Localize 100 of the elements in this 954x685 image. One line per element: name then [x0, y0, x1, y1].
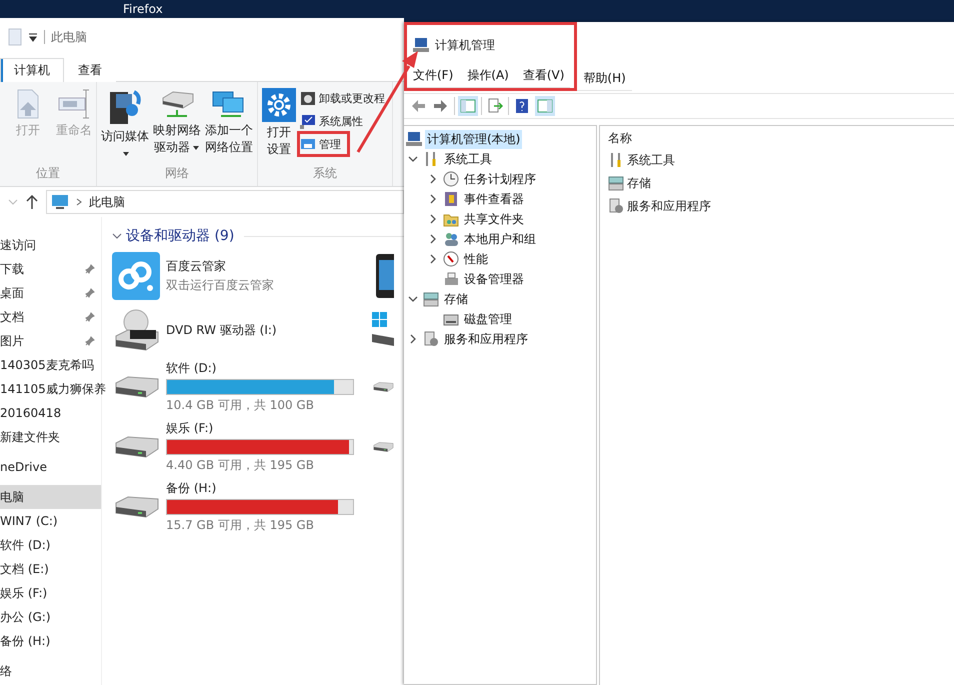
help-icon: [514, 98, 530, 114]
monitor-check-icon: [300, 113, 316, 129]
window-title: 计算机管理: [435, 36, 495, 54]
computer-management-icon: [413, 37, 429, 53]
nav-item[interactable]: 办公 (G:): [0, 608, 51, 626]
storage-icon: [423, 291, 439, 307]
window-title: 此电脑: [51, 28, 87, 46]
disc-box-icon: [300, 90, 316, 106]
services-icon: [608, 198, 624, 214]
chevron-right-icon[interactable]: [428, 214, 438, 224]
list-item[interactable]: 服务和应用程序: [627, 198, 711, 214]
nav-item[interactable]: neDrive: [0, 460, 47, 474]
rename-icon: [57, 88, 91, 120]
cloud-app-icon: [112, 252, 160, 300]
nav-item[interactable]: 娱乐 (F:): [0, 584, 48, 602]
event-log-icon: [443, 191, 459, 207]
up-arrow-icon: [26, 195, 38, 209]
menu-item[interactable]: 查看(V): [516, 66, 570, 84]
section-header: 设备和驱动器 (9): [126, 227, 234, 245]
action-pane-icon: [537, 98, 553, 114]
chevron-right-icon[interactable]: [428, 254, 438, 264]
chevron-right-icon[interactable]: [428, 174, 438, 184]
tree-item[interactable]: 设备管理器: [462, 270, 526, 288]
storage-icon: [608, 175, 624, 191]
menu-item[interactable]: 文件(F): [407, 66, 460, 84]
nav-item[interactable]: 140305麦克希吗: [0, 356, 94, 374]
chevron-down-icon[interactable]: [408, 294, 418, 304]
device-name: 百度云管家: [166, 258, 227, 275]
ribbon-link[interactable]: 管理: [300, 134, 341, 154]
tree-item[interactable]: 事件查看器: [462, 190, 526, 208]
chevron-down-icon: [8, 197, 18, 207]
nav-item[interactable]: 20160418: [0, 406, 62, 420]
users-icon: [443, 231, 459, 247]
drive-space: 4.40 GB 可用，共 195 GB: [166, 457, 315, 474]
chevron-down-icon[interactable]: [408, 154, 418, 164]
tree-item[interactable]: 计算机管理(本地): [425, 130, 522, 148]
page-icon: [8, 28, 22, 46]
nav-item[interactable]: 新建文件夹: [0, 428, 60, 446]
nav-item[interactable]: 图片: [0, 332, 24, 350]
ribbon-button[interactable]: 访问媒体: [101, 128, 149, 162]
export-icon: [487, 98, 503, 114]
device-name: DVD RW 驱动器 (I:): [166, 322, 277, 338]
tree-item[interactable]: 共享文件夹: [462, 210, 526, 228]
printer-icon: [443, 271, 459, 287]
ribbon-link[interactable]: 系统属性: [300, 111, 363, 131]
tree-item[interactable]: 任务计划程序: [462, 170, 538, 188]
nav-item[interactable]: 络: [0, 662, 12, 680]
tree-item[interactable]: 性能: [462, 250, 490, 268]
media-icon: [108, 88, 142, 126]
nav-item[interactable]: 文档: [0, 308, 24, 326]
column-header[interactable]: 名称: [608, 130, 946, 147]
tree-item[interactable]: 存储: [442, 290, 470, 308]
nav-item[interactable]: 141105威力狮保养: [0, 380, 106, 398]
address-bar[interactable]: 此电脑: [46, 190, 404, 214]
menu-item[interactable]: 操作(A): [461, 66, 515, 84]
chevron-right-icon[interactable]: [428, 234, 438, 244]
tree-item[interactable]: 本地用户和组: [462, 230, 538, 248]
group-label: 系统: [312, 165, 338, 182]
settings-icon: [262, 88, 296, 122]
device-name: 娱乐 (F:): [166, 420, 214, 437]
drive-space: 10.4 GB 可用，共 100 GB: [166, 397, 315, 414]
ribbon-tab[interactable]: 计算机: [0, 58, 64, 82]
caret-icon: [122, 151, 130, 157]
tree-item[interactable]: 系统工具: [442, 150, 494, 168]
device-name: 软件 (D:): [166, 360, 218, 377]
nav-item[interactable]: 电脑: [0, 488, 24, 506]
ribbon-button[interactable]: 添加一个网络位置: [205, 122, 253, 156]
forward-arrow-icon: [433, 98, 449, 114]
services-icon: [423, 331, 439, 347]
menu-item[interactable]: 帮助(H): [577, 70, 632, 86]
ribbon-link[interactable]: 卸载或更改程: [300, 88, 385, 108]
ribbon-button[interactable]: 打开设置: [267, 124, 291, 158]
tree-item[interactable]: 磁盘管理: [462, 310, 514, 328]
nav-item[interactable]: 下载: [0, 260, 24, 278]
group-label: 位置: [35, 165, 61, 182]
chevron-right-icon: [75, 198, 83, 206]
back-arrow-icon: [410, 98, 426, 114]
nav-item[interactable]: 软件 (D:): [0, 536, 50, 554]
computer-management-icon: [300, 136, 316, 152]
computer-icon: [51, 194, 69, 210]
chevron-right-icon[interactable]: [408, 334, 418, 344]
clock-icon: [443, 171, 459, 187]
tree-item[interactable]: 服务和应用程序: [442, 330, 530, 348]
nav-item[interactable]: 桌面: [0, 284, 24, 302]
list-item[interactable]: 系统工具: [627, 152, 675, 168]
device-name: 备份 (H:): [166, 480, 218, 497]
list-item[interactable]: 存储: [627, 174, 651, 192]
console-tree-icon: [460, 98, 476, 114]
ribbon-button[interactable]: 映射网络驱动器: [153, 122, 201, 156]
nav-item[interactable]: 文档 (E:): [0, 560, 49, 578]
computer-management-icon: [406, 131, 422, 147]
group-label: 网络: [164, 165, 190, 182]
device-subtitle: 双击运行百度云管家: [166, 277, 274, 294]
caret-icon: [192, 145, 200, 151]
chevron-down-icon: [112, 231, 122, 241]
nav-item[interactable]: 备份 (H:): [0, 632, 50, 650]
nav-item[interactable]: WIN7 (C:): [0, 514, 58, 528]
nav-item[interactable]: 速访问: [0, 236, 36, 254]
chevron-right-icon[interactable]: [428, 194, 438, 204]
dropdown-arrow-icon: [28, 32, 38, 42]
